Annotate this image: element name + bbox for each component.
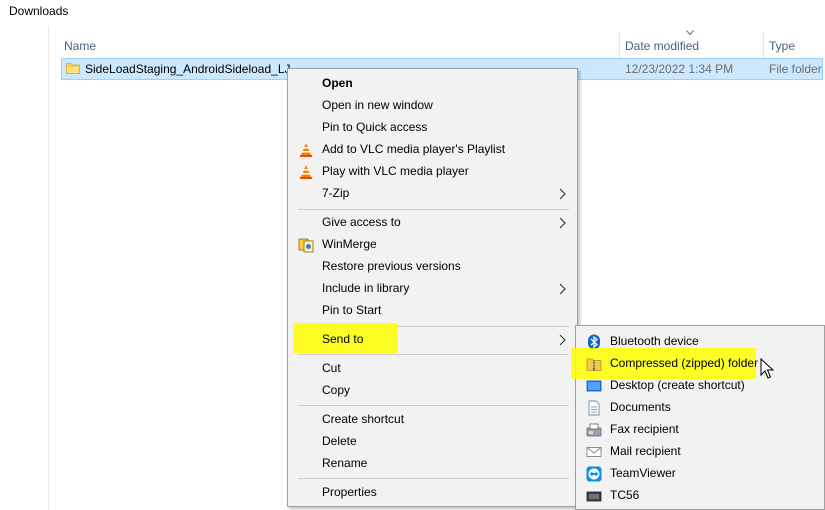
menu-item-include-library[interactable]: Include in library [289, 278, 576, 300]
submenu-item-teamviewer[interactable]: TeamViewer [577, 463, 825, 485]
menu-item-pin-start[interactable]: Pin to Start [289, 300, 576, 322]
submenu-item-tc56[interactable]: TC56 [577, 485, 825, 507]
submenu-item-label: TeamViewer [610, 466, 676, 480]
menu-item-label: WinMerge [322, 237, 377, 251]
submenu-item-compressed-folder[interactable]: Compressed (zipped) folder [577, 353, 825, 375]
chevron-right-icon [559, 188, 566, 200]
context-menu: Open Open in new window Pin to Quick acc… [287, 68, 578, 507]
chevron-right-icon [559, 217, 566, 229]
submenu-item-desktop[interactable]: Desktop (create shortcut) [577, 375, 825, 397]
chevron-right-icon [559, 283, 566, 295]
submenu-item-label: Bluetooth device [610, 334, 699, 348]
folder-icon [66, 63, 80, 74]
menu-item-label: Add to VLC media player's Playlist [322, 142, 506, 156]
menu-separator [298, 478, 569, 479]
menu-item-label: Include in library [322, 281, 410, 295]
menu-item-label: Copy [322, 383, 351, 397]
menu-item-label: Give access to [322, 215, 401, 229]
vlc-cone-icon [300, 165, 312, 179]
menu-item-label: Properties [322, 485, 377, 499]
menu-item-vlc-play[interactable]: Play with VLC media player [289, 161, 576, 183]
menu-item-open[interactable]: Open [289, 73, 576, 95]
explorer-window: Downloads Name Date modified Type SideLo… [0, 0, 825, 510]
menu-item-create-shortcut[interactable]: Create shortcut [289, 409, 576, 431]
zip-folder-icon [586, 358, 602, 371]
menu-item-label: Delete [322, 434, 357, 448]
device-icon [586, 491, 602, 502]
submenu-item-label: Fax recipient [610, 422, 679, 436]
menu-item-pin-quick-access[interactable]: Pin to Quick access [289, 117, 576, 139]
menu-item-rename[interactable]: Rename [289, 453, 576, 475]
chevron-right-icon [559, 334, 566, 346]
column-header-type[interactable]: Type [769, 36, 795, 56]
menu-item-winmerge[interactable]: WinMerge [289, 234, 576, 256]
documents-icon [588, 400, 600, 416]
menu-item-label: Open in new window [322, 98, 433, 112]
mouse-cursor-icon [760, 358, 774, 379]
menu-item-copy[interactable]: Copy [289, 380, 576, 402]
menu-item-send-to[interactable]: Send to [289, 329, 576, 351]
menu-item-label: Open [322, 76, 353, 90]
menu-item-label: Pin to Quick access [322, 120, 428, 134]
submenu-item-label: Mail recipient [610, 444, 681, 458]
menu-item-label: 7-Zip [322, 186, 350, 200]
column-divider[interactable] [619, 32, 620, 60]
menu-separator [298, 209, 569, 210]
column-divider[interactable] [763, 32, 764, 60]
menu-item-label: Rename [322, 456, 368, 470]
menu-item-open-new-window[interactable]: Open in new window [289, 95, 576, 117]
menu-item-cut[interactable]: Cut [289, 358, 576, 380]
menu-separator [298, 354, 569, 355]
submenu-item-label: TC56 [610, 488, 640, 502]
menu-item-properties[interactable]: Properties [289, 482, 576, 504]
column-header-date-modified[interactable]: Date modified [625, 36, 699, 56]
send-to-submenu: Bluetooth device Compressed (zipped) fol… [571, 325, 825, 510]
window-title: Downloads [9, 4, 69, 18]
file-name[interactable]: SideLoadStaging_AndroidSideload_LJ [85, 62, 291, 76]
menu-item-restore-versions[interactable]: Restore previous versions [289, 256, 576, 278]
file-date-modified: 12/23/2022 1:34 PM [625, 62, 734, 76]
winmerge-icon [298, 238, 314, 253]
menu-item-label: Create shortcut [322, 412, 405, 426]
desktop-icon [586, 380, 602, 392]
menu-item-label: Play with VLC media player [322, 164, 469, 178]
menu-item-label: Cut [322, 361, 341, 375]
menu-item-vlc-add-playlist[interactable]: Add to VLC media player's Playlist [289, 139, 576, 161]
submenu-item-documents[interactable]: Documents [577, 397, 825, 419]
submenu-item-mail[interactable]: Mail recipient [577, 441, 825, 463]
fax-icon [586, 423, 602, 437]
vlc-cone-icon [300, 143, 312, 157]
navigation-pane [0, 26, 48, 510]
teamviewer-icon [586, 466, 602, 482]
menu-item-label: Restore previous versions [322, 259, 461, 273]
menu-separator [298, 405, 569, 406]
menu-item-give-access[interactable]: Give access to [289, 212, 576, 234]
menu-item-7zip[interactable]: 7-Zip [289, 183, 576, 205]
column-header-name[interactable]: Name [64, 36, 96, 56]
submenu-item-label: Documents [610, 400, 671, 414]
file-type: File folder [769, 62, 822, 76]
mail-icon [586, 447, 602, 457]
menu-item-label: Pin to Start [322, 303, 382, 317]
menu-item-label: Send to [322, 332, 364, 346]
menu-item-delete[interactable]: Delete [289, 431, 576, 453]
submenu-item-label: Compressed (zipped) folder [610, 356, 759, 370]
address-bar: Downloads [0, 0, 825, 27]
submenu-item-fax[interactable]: Fax recipient [577, 419, 825, 441]
submenu-item-label: Desktop (create shortcut) [610, 378, 745, 392]
